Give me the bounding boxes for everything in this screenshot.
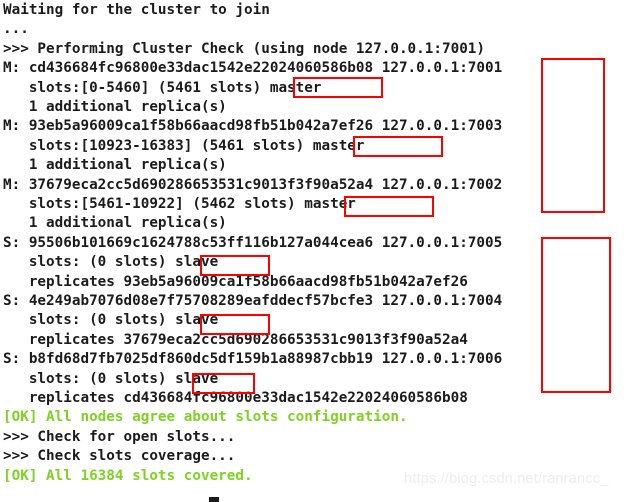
annotation-box-master-role-7002 [344,196,434,217]
terminal-line-7: slots:[10923-16383] (5461 slots) master [3,137,365,154]
annotation-box-master-ports-group [541,58,605,213]
terminal-line-15: S: 4e249ab7076d08e7f75708289eafddecf57bc… [3,293,503,309]
terminal-line-14: replicates 93eb5a96009ca1f58b66aacd98fb5… [3,273,468,290]
terminal-line-11: 1 additional replica(s) [3,215,227,232]
terminal-cursor [209,497,219,502]
annotation-box-slave-ports-group [541,237,611,393]
terminal-line-20: replicates cd436684fc96800e33dac1542e220… [3,390,468,406]
terminal-line-23: >>> Check slots coverage... [3,448,236,465]
terminal-line-2: >>> Performing Cluster Check (using node… [3,40,486,57]
terminal-line-21: [OK] All nodes agree about slots configu… [3,409,408,426]
terminal-line-24: [OK] All 16384 slots covered. [3,467,253,484]
annotation-box-master-role-7003 [353,136,443,157]
terminal-line-18: S: b8fd68d7fb7025df860dc5df159b1a88987cb… [3,351,503,368]
terminal-line-13: slots: (0 slots) slave [3,254,219,271]
terminal-line-22: >>> Check for open slots... [3,428,236,445]
terminal-line-0: Waiting for the cluster to join [3,2,270,18]
terminal-line-5: 1 additional replica(s) [3,99,227,115]
terminal-line-19: slots: (0 slots) slave [3,370,219,387]
terminal-line-4: slots:[0-5460] (5461 slots) master [3,79,322,96]
terminal-line-1: ... [3,21,29,38]
terminal-line-6: M: 93eb5a96009ca1f58b66aacd98fb51b042a7e… [3,118,503,135]
terminal-line-12: S: 95506b101669c1624788c53ff116b127a044c… [3,234,503,251]
terminal-window[interactable]: Waiting for the cluster to join... >>> Pe… [0,0,630,502]
terminal-line-3: M: cd436684fc96800e33dac1542e22024060586… [3,60,503,77]
terminal-line-17: replicates 37679eca2cc5d690286653531c901… [3,331,468,348]
terminal-line-9: M: 37679eca2cc5d690286653531c9013f3f90a5… [3,176,503,193]
terminal-line-16: slots: (0 slots) slave [3,312,219,329]
terminal-line-10: slots:[5461-10922] (5462 slots) master [3,196,356,212]
terminal-line-8: 1 additional replica(s) [3,157,227,174]
watermark-text: https://blog.csdn.net/ranrancc_ [404,471,609,487]
